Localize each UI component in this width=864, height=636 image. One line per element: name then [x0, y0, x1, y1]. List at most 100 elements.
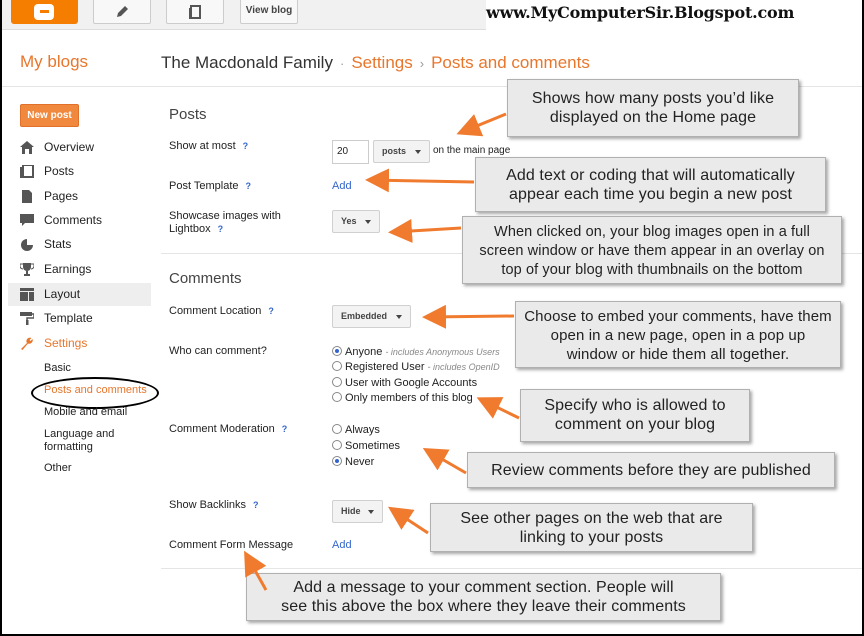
- sidebar-item-layout[interactable]: Layout: [8, 283, 151, 306]
- who-option-anyone[interactable]: Anyone - includes Anonymous Users: [332, 346, 500, 359]
- blogger-icon: [34, 4, 54, 20]
- callout-line: window or hide them all together.: [566, 346, 790, 363]
- sidebar-item-label: Comments: [44, 213, 103, 227]
- main-page-suffix: on the main page: [433, 145, 511, 156]
- callout-comment-location: Choose to embed your comments, have them…: [515, 301, 841, 368]
- moderation-option-always[interactable]: Always: [332, 424, 380, 437]
- paint-roller-icon: [20, 312, 34, 325]
- label-text: Show at most: [169, 140, 236, 152]
- breadcrumb-settings[interactable]: Settings: [351, 53, 412, 72]
- arrow: [422, 304, 515, 329]
- page-title: Posts and comments: [431, 53, 590, 72]
- callout-posts-count: Shows how many posts you’d like displayed…: [507, 79, 799, 137]
- home-icon: [20, 141, 34, 154]
- option-label: User with Google Accounts: [345, 377, 478, 389]
- callout-lightbox: When clicked on, your blog images open i…: [462, 216, 842, 284]
- stats-icon: [21, 238, 34, 251]
- callout-line: displayed on the Home page: [549, 109, 757, 126]
- comments-section-title: Comments: [169, 270, 242, 287]
- who-option-members-only[interactable]: Only members of this blog: [332, 392, 473, 405]
- pencil-icon: [117, 6, 128, 17]
- sidebar-subitem-mobile-and-email[interactable]: Mobile and email: [44, 406, 127, 419]
- posts-unit-dropdown[interactable]: posts: [373, 140, 430, 163]
- help-icon[interactable]: ?: [243, 141, 249, 151]
- posts-icon: [189, 5, 201, 19]
- label-text: Comment Location: [169, 305, 262, 317]
- new-post-toolbar-button[interactable]: [93, 0, 151, 24]
- callout-line: Add text or coding that will automatical…: [506, 167, 795, 184]
- my-blogs-link[interactable]: My blogs: [20, 52, 88, 72]
- who-option-google-accounts[interactable]: User with Google Accounts: [332, 377, 477, 390]
- layout-icon: [20, 288, 34, 301]
- help-icon[interactable]: ?: [253, 500, 259, 510]
- callout-moderation: Review comments before they are publishe…: [467, 452, 835, 488]
- moderation-option-never[interactable]: Never: [332, 456, 374, 469]
- sidebar-item-template[interactable]: Template: [8, 307, 151, 330]
- radio-button[interactable]: [332, 424, 342, 434]
- sidebar-item-settings[interactable]: Settings: [8, 332, 151, 355]
- posts-icon: [20, 165, 34, 178]
- lightbox-dropdown[interactable]: Yes: [332, 210, 380, 233]
- comment-location-dropdown[interactable]: Embedded: [332, 305, 411, 328]
- show-at-most-label: Show at most?: [169, 140, 248, 153]
- arrow: [365, 168, 475, 193]
- post-template-add-link[interactable]: Add: [332, 180, 352, 192]
- watermark: www.MyComputerSir.Blogspot.com: [486, 3, 795, 22]
- new-post-button[interactable]: New post: [20, 104, 79, 127]
- radio-button[interactable]: [332, 392, 342, 402]
- radio-button[interactable]: [332, 377, 342, 387]
- breadcrumb-blog-name[interactable]: The Macdonald Family: [161, 53, 333, 72]
- option-note: - includes Anonymous Users: [385, 347, 500, 357]
- sidebar-item-label: Settings: [44, 336, 88, 350]
- help-icon[interactable]: ?: [218, 224, 224, 234]
- moderation-option-sometimes[interactable]: Sometimes: [332, 440, 400, 453]
- callout-line: Specify who is allowed to: [544, 397, 726, 414]
- radio-button-selected[interactable]: [332, 456, 342, 466]
- lightbox-label: Showcase images with Lightbox?: [169, 210, 289, 236]
- sidebar-item-label: Template: [44, 311, 93, 325]
- pages-icon: [22, 190, 32, 203]
- option-label: Only members of this blog: [345, 392, 473, 404]
- sidebar-item-posts[interactable]: Posts: [8, 160, 151, 183]
- sidebar-item-earnings[interactable]: Earnings: [8, 258, 151, 281]
- radio-button[interactable]: [332, 361, 342, 371]
- help-icon[interactable]: ?: [268, 306, 274, 316]
- comment-moderation-label: Comment Moderation?: [169, 423, 287, 436]
- view-blog-button[interactable]: View blog: [240, 0, 298, 24]
- callout-line: linking to your posts: [519, 529, 664, 546]
- callout-line: comment on your blog: [554, 416, 716, 433]
- arrow: [476, 397, 520, 420]
- help-icon[interactable]: ?: [282, 424, 288, 434]
- sidebar-item-comments[interactable]: Comments: [8, 209, 151, 232]
- callout-line: top of your blog with thumbnails on the …: [501, 262, 803, 278]
- option-label: Never: [345, 456, 375, 468]
- sidebar-subitem-language-and-formatting[interactable]: Language and formatting: [44, 428, 124, 454]
- sidebar-subitem-other[interactable]: Other: [44, 462, 72, 475]
- callout-line: See other pages on the web that are: [460, 510, 723, 527]
- callout-who-can-comment: Specify who is allowed to comment on your…: [520, 389, 750, 442]
- who-option-registered-user[interactable]: Registered User - includes OpenID: [332, 361, 500, 374]
- backlinks-dropdown[interactable]: Hide: [332, 500, 383, 523]
- callout-post-template: Add text or coding that will automatical…: [475, 157, 826, 212]
- sidebar-subitem-basic[interactable]: Basic: [44, 362, 71, 375]
- posts-count-input[interactable]: 20: [332, 140, 369, 164]
- sidebar-item-overview[interactable]: Overview: [8, 136, 151, 159]
- post-template-label: Post Template?: [169, 180, 251, 193]
- sidebar-item-pages[interactable]: Pages: [8, 185, 151, 208]
- sidebar-item-label: Posts: [44, 164, 75, 178]
- sidebar-item-label: Earnings: [44, 262, 92, 276]
- radio-button-selected[interactable]: [332, 346, 342, 356]
- option-note: - includes OpenID: [427, 362, 500, 372]
- callout-line: see this above the box where they leave …: [281, 598, 686, 615]
- radio-button[interactable]: [332, 440, 342, 450]
- comment-location-label: Comment Location?: [169, 305, 274, 318]
- sidebar-item-stats[interactable]: Stats: [8, 233, 151, 256]
- help-icon[interactable]: ?: [246, 181, 252, 191]
- comment-form-message-add-link[interactable]: Add: [332, 539, 352, 551]
- breadcrumb-separator: ·: [339, 56, 345, 71]
- posts-toolbar-button[interactable]: [166, 0, 224, 24]
- callout-line: appear each time you begin a new post: [509, 186, 792, 203]
- callout-line: Choose to embed your comments, have them: [524, 308, 832, 325]
- callout-comment-form-message: Add a message to your comment section. P…: [246, 573, 721, 621]
- blogger-logo-button[interactable]: [11, 0, 78, 24]
